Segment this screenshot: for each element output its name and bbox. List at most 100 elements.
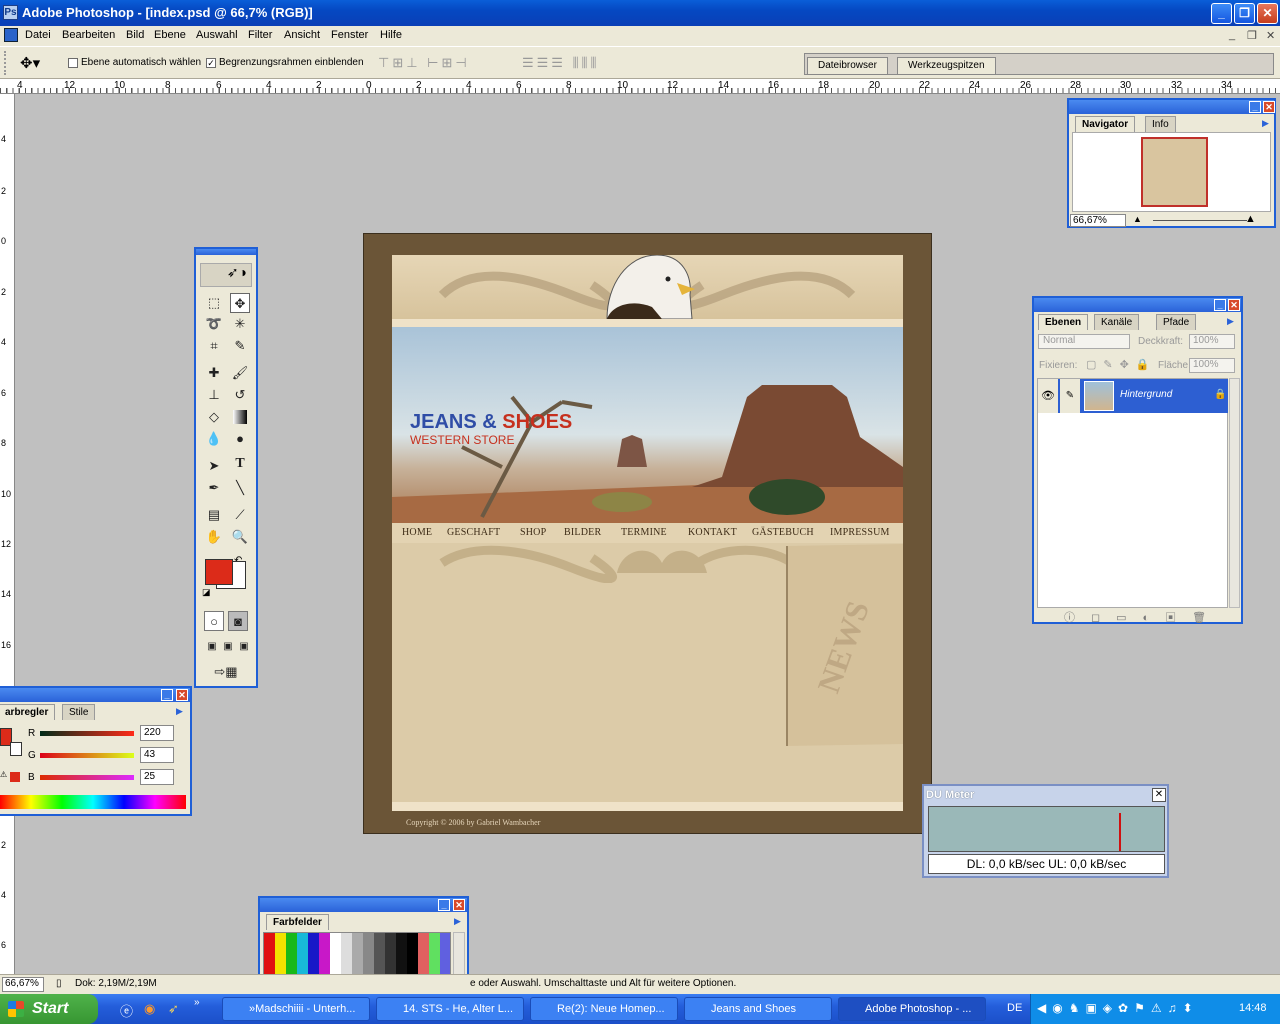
color-close-icon[interactable]: ✕	[176, 689, 188, 701]
lock-icons[interactable]: ▢✎✥🔒	[1086, 358, 1157, 371]
du-meter-close-icon[interactable]: ✕	[1152, 788, 1166, 802]
tab-ebenen[interactable]: Ebenen	[1038, 314, 1089, 330]
navigator-thumbnail[interactable]	[1141, 137, 1208, 207]
auto-select-checkbox[interactable]	[68, 58, 78, 68]
zoom-tool-icon[interactable]: 🔍	[230, 527, 250, 547]
menu-bearbeiten[interactable]: Bearbeiten	[62, 29, 115, 41]
menu-hilfe[interactable]: Hilfe	[380, 29, 402, 41]
foreground-color-swatch[interactable]	[205, 559, 233, 585]
layer-row[interactable]: 👁 ✎ Hintergrund 🔒	[1038, 379, 1228, 413]
language-indicator[interactable]: DE	[1007, 1002, 1022, 1014]
maximize-button[interactable]: ❐	[1234, 3, 1255, 24]
gamut-color-swatch[interactable]	[10, 772, 20, 782]
toolbox-palette[interactable]: ➶◑ ⬚ ✥ ➰ ✳ ⌗ ✎ ✚ 🖌 ⊥ ↺ ◇ 💧 ● ➤ T ✒ ╲ ▤ ⟋…	[194, 247, 258, 688]
fill-field[interactable]: 100%	[1189, 358, 1235, 373]
quicklaunch-ie-icon[interactable]: ⓔ	[120, 1001, 133, 1020]
status-zoom-field[interactable]: 66,67%	[2, 977, 44, 992]
color-minimize-icon[interactable]: _	[161, 689, 173, 701]
tab-kanaele[interactable]: Kanäle	[1094, 314, 1140, 330]
menu-auswahl[interactable]: Auswahl	[196, 29, 238, 41]
tab-dateibrowser[interactable]: Dateibrowser	[807, 57, 888, 75]
feather-logo-icon[interactable]: ➶◑	[200, 263, 252, 287]
stamp-tool-icon[interactable]: ⊥	[204, 385, 224, 405]
healing-brush-icon[interactable]: ✚	[204, 363, 224, 383]
magic-wand-icon[interactable]: ✳	[230, 314, 250, 334]
quicklaunch-more-icon[interactable]: »	[194, 997, 200, 1008]
jump-to-imageready-icon[interactable]: ⇨▦	[204, 662, 248, 682]
g-slider[interactable]	[40, 753, 134, 758]
blend-mode-select[interactable]: Normal	[1038, 334, 1130, 349]
tab-werkzeugspitzen[interactable]: Werkzeugspitzen	[897, 57, 996, 75]
start-button[interactable]: Start	[0, 994, 98, 1024]
vertical-ruler[interactable]: 4 2 0 2 4 6 8 10 12 14 16 18 2 4 6	[0, 94, 15, 974]
doc-restore-icon[interactable]: ❐	[1247, 29, 1257, 42]
default-colors-icon[interactable]: ◪	[202, 587, 211, 598]
screen-mode-full-icon[interactable]: ▣	[234, 637, 254, 657]
doc-close-icon[interactable]: ✕	[1266, 29, 1275, 42]
layers-minimize-icon[interactable]: _	[1214, 299, 1226, 311]
g-value-field[interactable]: 43	[140, 747, 174, 763]
marquee-tool-icon[interactable]: ⬚	[204, 293, 224, 313]
gradient-tool-icon[interactable]	[233, 410, 247, 424]
menu-datei[interactable]: Datei	[25, 29, 51, 41]
horizontal-ruler[interactable]: 4 12 10 8 6 4 2 0 2 4 6 8 10 12 14 16 18…	[0, 79, 1280, 94]
pen-tool-icon[interactable]: ✒	[204, 478, 224, 498]
color-spectrum-bar[interactable]	[0, 795, 186, 809]
document-menu-icon[interactable]	[4, 28, 18, 42]
r-slider[interactable]	[40, 731, 134, 736]
swatches-palette[interactable]: _ ✕ Farbfelder ▶	[258, 896, 469, 980]
swatches-scrollbar[interactable]	[453, 932, 465, 980]
zoom-in-icon[interactable]: ▲	[1245, 213, 1256, 225]
tray-icons[interactable]: ◀◉♞▣◈✿⚑⚠♫⬍	[1037, 1001, 1199, 1015]
menu-ebene[interactable]: Ebene	[154, 29, 186, 41]
hand-tool-icon[interactable]: ✋	[204, 527, 224, 547]
color-menu-icon[interactable]: ▶	[176, 706, 183, 717]
distribute-buttons-icon[interactable]: ☰☰☰ ⫼⫼⫼	[522, 55, 600, 71]
navigator-titlebar[interactable]: _ ✕	[1069, 100, 1275, 114]
minimize-button[interactable]: _	[1211, 3, 1232, 24]
swatches-close-icon[interactable]: ✕	[453, 899, 465, 911]
history-brush-icon[interactable]: ↺	[230, 385, 250, 405]
b-slider[interactable]	[40, 775, 134, 780]
task-madschiii[interactable]: »Madschiiii - Unterh...	[222, 997, 370, 1021]
crop-tool-icon[interactable]: ⌗	[204, 336, 224, 356]
menu-filter[interactable]: Filter	[248, 29, 272, 41]
task-neue-homepage[interactable]: Re(2): Neue Homep...	[530, 997, 678, 1021]
menu-ansicht[interactable]: Ansicht	[284, 29, 320, 41]
standard-mode-icon[interactable]: ○	[204, 611, 224, 631]
opacity-field[interactable]: 100%	[1189, 334, 1235, 349]
navigator-palette[interactable]: _ ✕ Navigator Info ▶ 66,67% ▲ ▲	[1067, 98, 1276, 228]
notes-tool-icon[interactable]: ▤	[204, 505, 224, 525]
layers-titlebar[interactable]: _ ✕	[1034, 298, 1241, 312]
photoshop-app-icon[interactable]: Ps	[3, 5, 18, 20]
bounding-box-checkbox[interactable]: ✓	[206, 58, 216, 68]
r-value-field[interactable]: 220	[140, 725, 174, 741]
layer-visibility-eye-icon[interactable]: 👁	[1038, 379, 1058, 413]
tab-farbfelder[interactable]: Farbfelder	[266, 914, 329, 930]
quicklaunch-ftp-icon[interactable]: ➶	[168, 1001, 179, 1017]
tab-farbregler[interactable]: arbregler	[0, 704, 56, 720]
move-tool-preset-icon[interactable]: ✥▾	[20, 54, 40, 72]
layers-palette[interactable]: _ ✕ Ebenen Kanäle Pfade ▶ Normal Deckkra…	[1032, 296, 1243, 624]
tab-navigator[interactable]: Navigator	[1075, 116, 1136, 132]
eraser-tool-icon[interactable]: ◇	[204, 407, 224, 427]
eyedropper-icon[interactable]: ⟋	[230, 505, 250, 525]
layer-name[interactable]: Hintergrund	[1120, 389, 1172, 400]
task-photoshop[interactable]: Adobe Photoshop - ...	[838, 997, 986, 1021]
swatches-minimize-icon[interactable]: _	[438, 899, 450, 911]
tab-stile[interactable]: Stile	[62, 704, 96, 720]
swatches-menu-icon[interactable]: ▶	[454, 916, 461, 927]
zoom-out-icon[interactable]: ▲	[1133, 214, 1142, 224]
quick-mask-icon[interactable]: ◙	[228, 611, 248, 631]
blur-tool-icon[interactable]: 💧	[204, 429, 224, 449]
tab-info[interactable]: Info	[1145, 116, 1176, 132]
color-bg-swatch[interactable]	[10, 742, 22, 756]
navigator-zoom-field[interactable]: 66,67%	[1070, 214, 1126, 227]
swap-colors-icon[interactable]: ↶	[234, 555, 242, 566]
move-tool-icon[interactable]: ✥	[230, 293, 250, 313]
quicklaunch-firefox-icon[interactable]: ◉	[144, 1001, 155, 1017]
dodge-tool-icon[interactable]: ●	[230, 429, 250, 449]
navigator-menu-icon[interactable]: ▶	[1262, 118, 1269, 129]
color-titlebar[interactable]: _ ✕	[0, 688, 190, 702]
line-tool-icon[interactable]: ╲	[230, 478, 250, 498]
